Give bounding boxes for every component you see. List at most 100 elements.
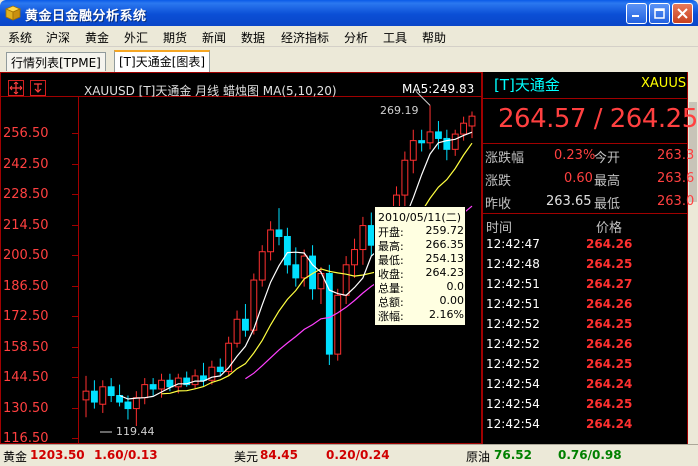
tick-row: 12:42:51 264.27: [486, 277, 633, 291]
y-tick-label: 144.50: [3, 370, 49, 385]
status-gold-price: 1203.50: [30, 448, 85, 462]
candle-body-up: [359, 225, 367, 251]
candle-body-down: [283, 235, 291, 266]
tooltip-row: 最低: 254.13: [378, 252, 464, 267]
title-bar[interactable]: 黄金日金融分析系统: [0, 0, 698, 26]
candle-body-up: [409, 140, 417, 161]
y-tick-label: 228.50: [3, 187, 49, 202]
status-oil-price: 76.52: [494, 448, 532, 462]
chart-area: XAUUSD [T]天通金 月线 蜡烛图 MA(5,10,20) MA5:249…: [0, 72, 698, 444]
candle-body-up: [351, 249, 358, 266]
candle-body-up: [82, 390, 90, 401]
tooltip-row: 涨幅: 2.16%: [378, 308, 464, 323]
quote-price: 264.57 / 264.25: [498, 104, 698, 134]
candle-body-up: [451, 133, 459, 150]
quote-panel: [T]天通金 XAUUS 264.57 / 264.25 涨跌幅 0.23% 今…: [482, 72, 698, 444]
candle-tooltip: 2010/05/11(二) 开盘: 259.72 最高: 266.35 最低: 254…: [374, 206, 466, 326]
y-tick-label: 214.50: [3, 218, 49, 233]
close-button[interactable]: [672, 3, 693, 24]
tooltip-date: 2010/05/11(二): [378, 211, 461, 224]
candle-body-up: [99, 386, 107, 405]
menu-shanghai-shenzhen[interactable]: 沪深: [46, 29, 70, 46]
high-marker-label: 269.19: [380, 104, 419, 117]
quote-title: [T]天通金: [494, 76, 560, 94]
status-bar: 黄金 1203.50 1.60/0.13 美元 84.45 0.20/0.24 …: [0, 444, 698, 466]
close-icon: [677, 8, 688, 19]
candle-body-down: [166, 379, 174, 388]
candle-body-up: [460, 122, 468, 135]
menu-news[interactable]: 新闻: [202, 29, 226, 46]
menu-futures[interactable]: 期货: [163, 29, 187, 46]
y-tick-label: 158.50: [3, 340, 49, 355]
status-gold-label: 黄金: [3, 450, 28, 464]
candle-body-down: [149, 384, 157, 390]
candle-body-up: [258, 251, 266, 281]
app-window: 黄金日金融分析系统 系统 沪深 黄金 外汇 期货 新闻 数据 经济指标 分析 工…: [0, 0, 698, 466]
candle-body-up: [191, 375, 199, 386]
candle-body-down: [275, 229, 283, 237]
y-tick-label: 242.50: [3, 157, 49, 172]
export-icon[interactable]: [30, 80, 46, 96]
tick-row: 12:42:47 264.26: [486, 237, 633, 251]
quote-stat-row: 昨收: [485, 197, 512, 212]
candle-body-down: [216, 366, 224, 373]
y-tick-label: 116.50: [3, 431, 49, 444]
status-oil-change: 0.76/0.98: [558, 448, 622, 462]
tick-row: 12:42:54 264.24: [486, 417, 633, 431]
menu-tools[interactable]: 工具: [383, 29, 407, 46]
tab-chart[interactable]: [T]天通金[图表]: [114, 50, 211, 72]
tooltip-row: 总量: 0.0: [378, 280, 464, 295]
quote-stat-value: 263.65: [546, 194, 592, 209]
tooltip-row: 总额: 0.00: [378, 294, 464, 309]
quote-stat-label: 最高: [594, 174, 621, 189]
menu-analysis[interactable]: 分析: [344, 29, 368, 46]
candle-body-down: [292, 264, 300, 279]
candle-body-up: [334, 294, 342, 355]
chart-header: XAUUSD [T]天通金 月线 蜡烛图 MA(5,10,20): [84, 84, 337, 98]
tab-quote-list[interactable]: 行情列表[TPME]: [6, 52, 106, 71]
quote-stat-value: 263.0: [657, 194, 695, 209]
menu-system[interactable]: 系统: [8, 29, 32, 46]
status-gold-change: 1.60/0.13: [94, 448, 158, 462]
status-usd-price: 84.45: [260, 448, 298, 462]
window-title: 黄金日金融分析系统: [25, 9, 147, 24]
menu-help[interactable]: 帮助: [422, 29, 446, 46]
tick-row: 12:42:48 264.25: [486, 257, 633, 271]
quote-stat-value: 263.6: [657, 171, 695, 186]
status-usd-change: 0.20/0.24: [326, 448, 390, 462]
tick-row: 12:42:54 264.25: [486, 397, 633, 411]
menu-economic-indicators[interactable]: 经济指标: [281, 29, 329, 46]
quote-stat-value: 0.23%: [554, 148, 596, 163]
quote-stat-row: 涨跌: [485, 174, 512, 189]
y-tick-label: 186.50: [3, 279, 49, 294]
candle-body-down: [418, 140, 426, 144]
tooltip-row: 收盘: 264.23: [378, 266, 464, 281]
candle-body-up: [174, 377, 182, 388]
y-tick-label: 130.50: [3, 401, 49, 416]
minimize-icon: [632, 15, 639, 17]
tooltip-row: 开盘: 259.72: [378, 224, 464, 239]
menu-forex[interactable]: 外汇: [124, 29, 148, 46]
menu-data[interactable]: 数据: [241, 29, 265, 46]
y-tick-label: 256.50: [3, 126, 49, 141]
ticks-header-price: 价格: [596, 221, 623, 236]
candle-body-up: [426, 131, 434, 144]
y-tick-label: 200.50: [3, 248, 49, 263]
menu-gold[interactable]: 黄金: [85, 29, 109, 46]
tab-strip: 行情列表[TPME] [T]天通金[图表]: [0, 47, 698, 72]
candle-body-down: [434, 131, 442, 139]
move-icon[interactable]: [8, 80, 24, 96]
tick-row: 12:42:52 264.25: [486, 317, 633, 331]
tick-row: 12:42:54 264.24: [486, 377, 633, 391]
minimize-button[interactable]: [626, 3, 647, 24]
quote-stat-label: 今开: [594, 151, 621, 166]
quote-stat-row: 涨跌幅: [485, 151, 525, 166]
candle-body-up: [342, 264, 350, 296]
maximize-icon: [654, 8, 665, 19]
maximize-button[interactable]: [649, 3, 670, 24]
quote-code: XAUUS: [641, 76, 687, 91]
quote-stat-value: 0.60: [564, 171, 593, 186]
candle-body-down: [107, 386, 115, 397]
tick-row: 12:42:52 264.25: [486, 357, 633, 371]
tick-row: 12:42:51 264.26: [486, 297, 633, 311]
